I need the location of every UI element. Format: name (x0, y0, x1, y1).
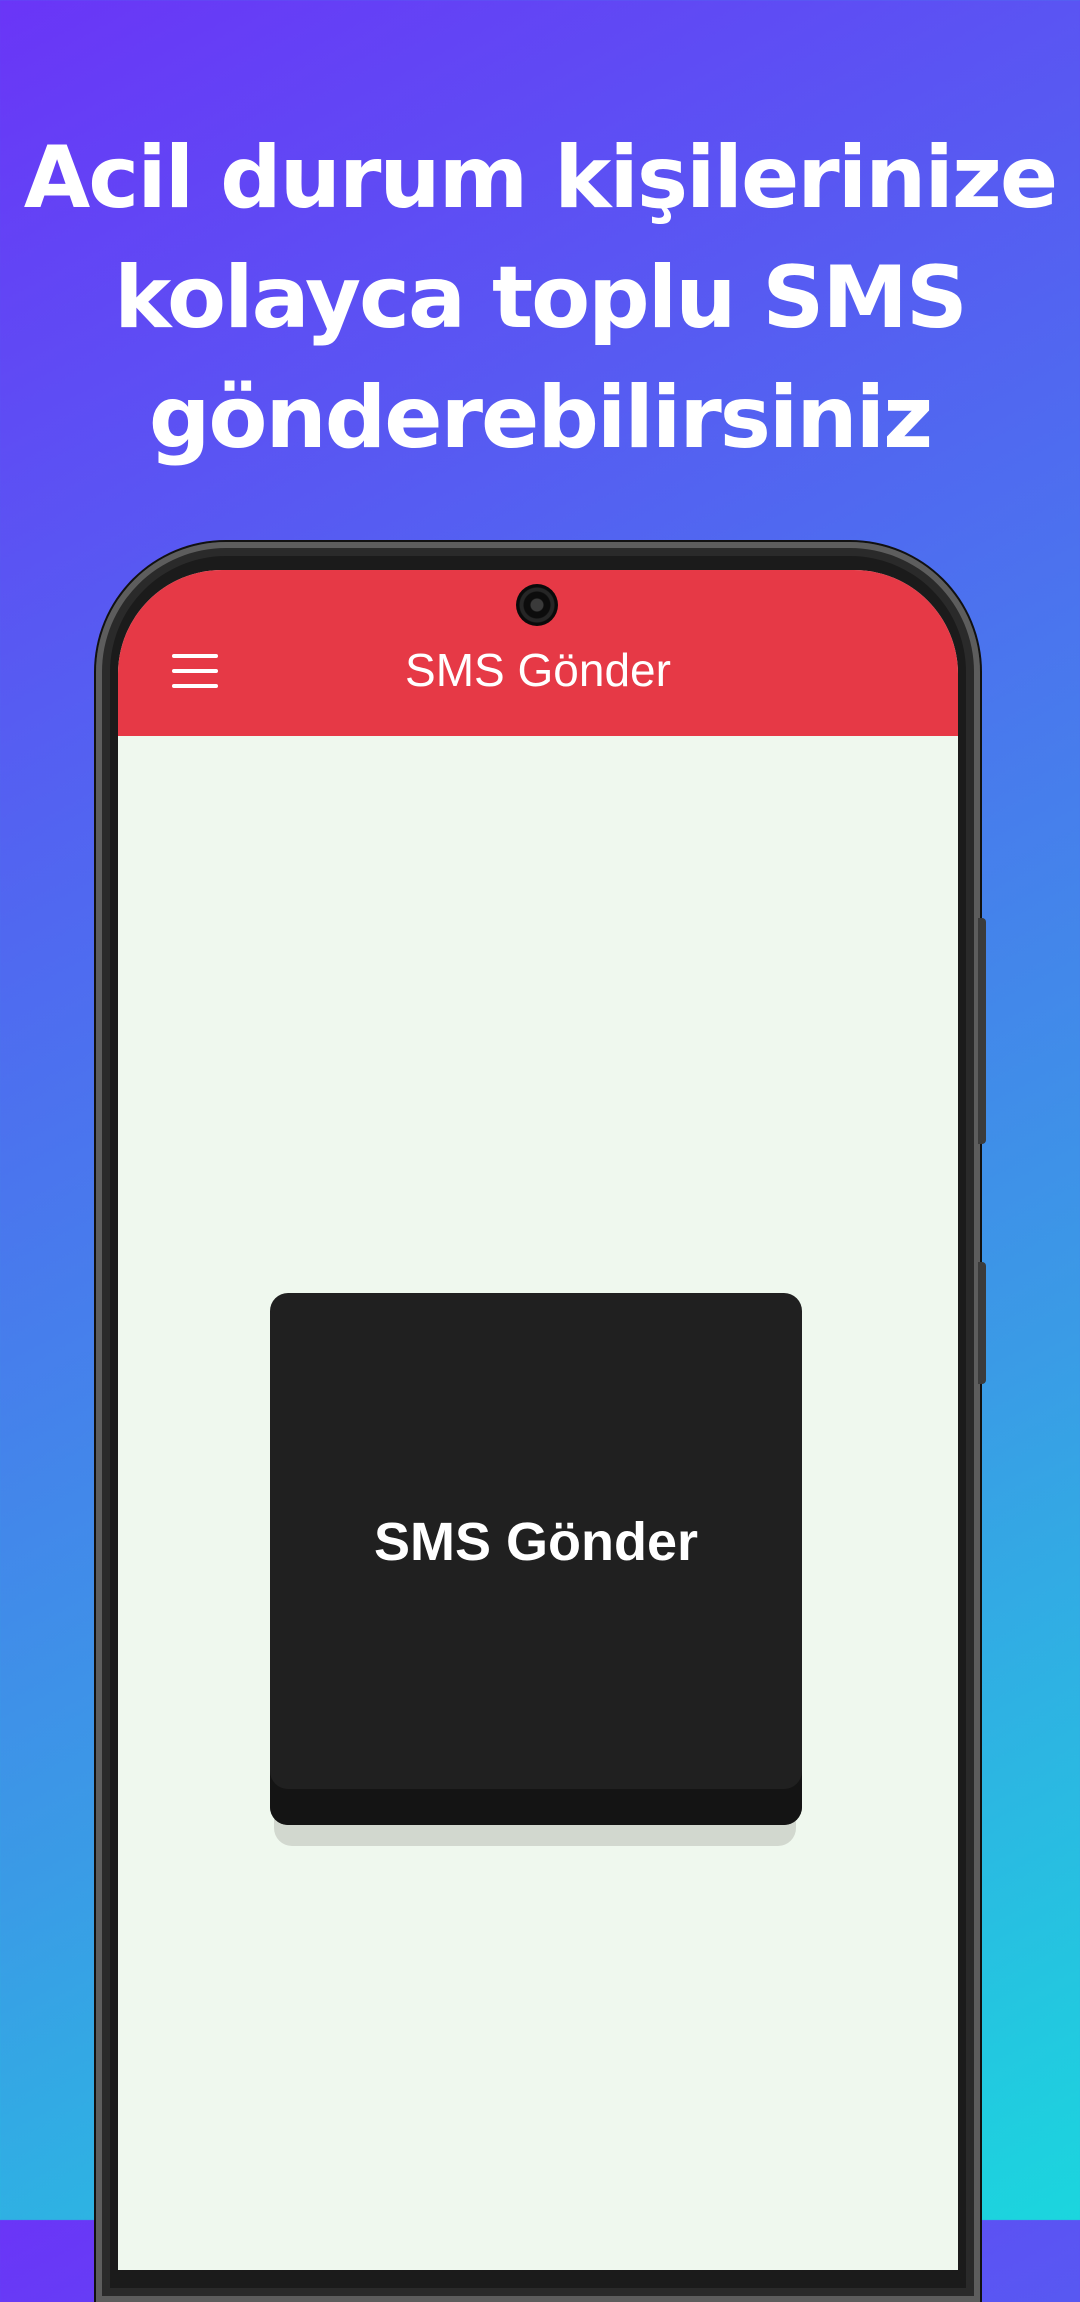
send-sms-button[interactable]: SMS Gönder (270, 1293, 802, 1825)
headline-line-2: kolayca toplu SMS (114, 248, 968, 348)
front-camera (516, 584, 558, 626)
phone-side-button (978, 918, 986, 1144)
headline-line-1: Acil durum kişilerinize (23, 128, 1059, 228)
headline-line-3: gönderebilirsiniz (148, 368, 933, 468)
app-bar-title: SMS Gönder (405, 644, 671, 696)
promo-headline: Acil durum kişilerinize kolayca toplu SM… (0, 118, 1080, 478)
app-bar: SMS Gönder (118, 570, 958, 736)
send-sms-button-label: SMS Gönder (373, 1512, 699, 1572)
phone-side-button (978, 1262, 986, 1384)
